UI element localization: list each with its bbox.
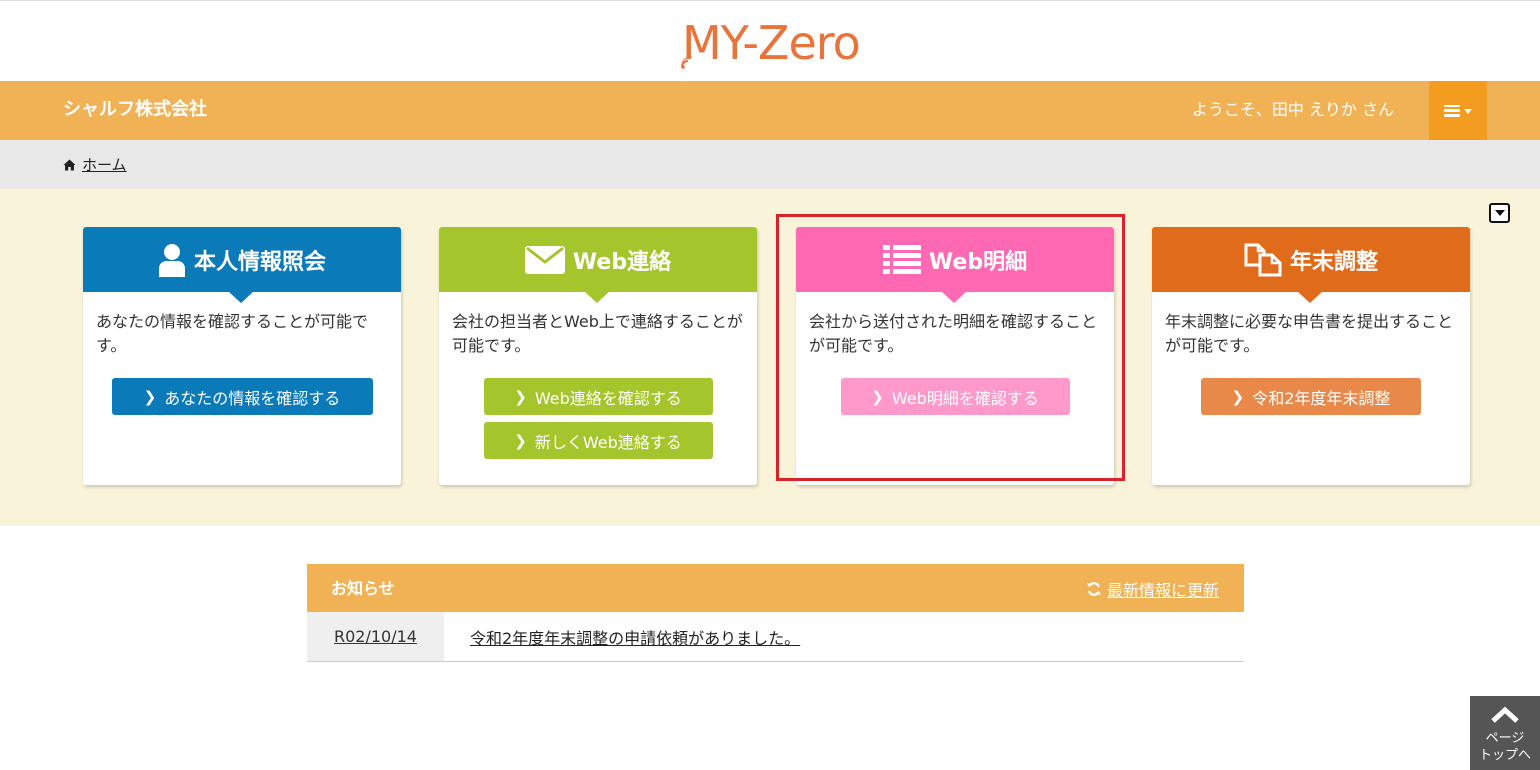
refresh-icon: [1086, 582, 1101, 596]
chevron-right-icon: ❯: [871, 387, 884, 406]
envelope-icon: [524, 245, 565, 274]
card-title: Web明細: [928, 249, 1028, 275]
year-end-adjustment-button[interactable]: ❯ 令和2年度年末調整: [1201, 378, 1421, 415]
new-web-contact-button[interactable]: ❯ 新しくWeb連絡する: [483, 422, 713, 459]
page-top-button[interactable]: ページ トップへ: [1470, 696, 1540, 770]
card-web-statement: Web明細 会社から送付された明細を確認することが可能です。 ❯ Web明細を確…: [796, 227, 1114, 485]
company-name: シャルフ株式会社: [63, 99, 207, 120]
chevron-right-icon: ❯: [143, 387, 157, 406]
logo-bar: MY-Zero: [0, 0, 1540, 81]
collapse-toggle-button[interactable]: [1489, 203, 1510, 223]
caret-down-icon: [1494, 210, 1505, 216]
chevron-up-icon: [1491, 706, 1519, 723]
card-header: 本人情報照会: [83, 227, 401, 303]
caret-down-icon: [1464, 109, 1472, 114]
chevron-right-icon: ❯: [514, 387, 527, 406]
view-web-contact-button[interactable]: ❯ Web連絡を確認する: [483, 378, 713, 415]
view-personal-info-button[interactable]: ❯ あなたの情報を確認する: [111, 378, 373, 415]
news-header: お知らせ 最新情報に更新: [307, 564, 1244, 612]
menu-button[interactable]: [1429, 81, 1487, 140]
user-icon: [158, 243, 185, 277]
breadcrumb: ホーム: [0, 140, 1540, 189]
news-item: R02/10/14 令和2年度年末調整の申請依頼がありました。: [307, 612, 1244, 662]
card-web-contact: Web連絡 会社の担当者とWeb上で連絡することが可能です。 ❯ Web連絡を確…: [439, 227, 757, 485]
page-top-label: トップへ: [1478, 748, 1531, 763]
card-header: Web明細: [796, 227, 1114, 303]
card-year-end-adjustment: 年末調整 年末調整に必要な申告書を提出することが可能です。 ❯ 令和2年度年末調…: [1152, 227, 1470, 485]
chevron-right-icon: ❯: [1231, 387, 1245, 406]
header: シャルフ株式会社 ようこそ、田中 えりか さん: [0, 81, 1540, 140]
home-icon: [63, 159, 76, 170]
page-top-label: ページ: [1485, 731, 1525, 746]
card-title: Web連絡: [572, 249, 672, 275]
logo-text: MY-Zero: [682, 16, 861, 70]
news-title: お知らせ: [331, 579, 395, 598]
card-header: Web連絡: [439, 227, 757, 303]
logo: MY-Zero: [680, 15, 880, 71]
documents-icon: [1244, 243, 1282, 276]
welcome-text: ようこそ、田中 えりか さん: [1191, 100, 1394, 119]
card-title: 年末調整: [1289, 249, 1378, 275]
chevron-right-icon: ❯: [514, 431, 527, 450]
list-icon: [882, 244, 921, 274]
news-link[interactable]: 令和2年度年末調整の申請依頼がありました。: [444, 612, 800, 661]
card-header: 年末調整: [1152, 227, 1470, 303]
view-web-statement-button[interactable]: ❯ Web明細を確認する: [840, 378, 1070, 415]
hamburger-icon: [1444, 104, 1460, 117]
card-title: 本人情報照会: [193, 249, 326, 275]
card-personal-info: 本人情報照会 あなたの情報を確認することが可能です。 ❯ あなたの情報を確認する: [83, 227, 401, 485]
news-panel: お知らせ 最新情報に更新 R02/10/14 令和2年度年末調整の申請依頼があり…: [307, 564, 1244, 662]
breadcrumb-home-link[interactable]: ホーム: [82, 154, 127, 175]
news-date[interactable]: R02/10/14: [307, 612, 444, 661]
refresh-news-link[interactable]: 最新情報に更新: [1086, 577, 1219, 601]
